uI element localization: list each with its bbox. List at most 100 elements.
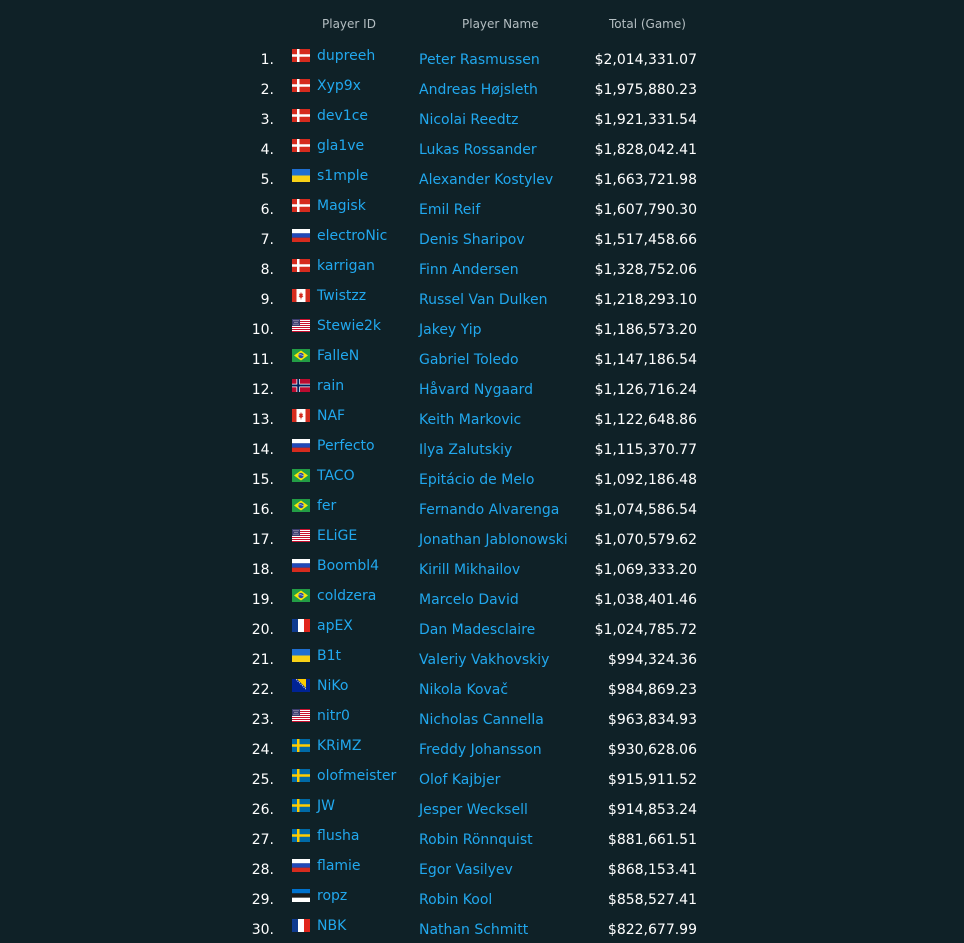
player-name-link[interactable]: Kirill Mikhailov — [419, 562, 520, 578]
total-earnings: $1,517,458.66 — [594, 232, 697, 248]
player-name-link[interactable]: Keith Markovic — [419, 412, 521, 428]
player-id-link[interactable]: TACO — [317, 468, 355, 484]
player-id-link[interactable]: electroNic — [317, 228, 387, 244]
player-name-link[interactable]: Freddy Johansson — [419, 742, 542, 758]
column-header-player-name[interactable]: Player Name — [462, 17, 539, 31]
player-id-link[interactable]: gla1ve — [317, 138, 364, 154]
rank-number: 16. — [251, 502, 274, 518]
player-id-link[interactable]: rain — [317, 378, 344, 394]
player-id-link[interactable]: Boombl4 — [317, 558, 379, 574]
player-id-link[interactable]: Magisk — [317, 198, 366, 214]
table-row: 19. coldzera Marcelo David $1,038,401.46 — [0, 583, 964, 613]
rank-number: 1. — [260, 52, 274, 68]
total-earnings: $1,607,790.30 — [594, 202, 697, 218]
table-row: 24. KRiMZ Freddy Johansson $930,628.06 — [0, 733, 964, 763]
player-name-link[interactable]: Jesper Wecksell — [419, 802, 528, 818]
total-earnings: $1,126,716.24 — [594, 382, 697, 398]
player-name-link[interactable]: Lukas Rossander — [419, 142, 537, 158]
table-row: 15. TACO Epitácio de Melo $1,092,186.48 — [0, 463, 964, 493]
player-name-link[interactable]: Nicholas Cannella — [419, 712, 544, 728]
column-header-player-id[interactable]: Player ID — [322, 17, 376, 31]
player-name-link[interactable]: Alexander Kostylev — [419, 172, 553, 188]
player-name-link[interactable]: Håvard Nygaard — [419, 382, 533, 398]
player-name-link[interactable]: Olof Kajbjer — [419, 772, 500, 788]
player-id-link[interactable]: Stewie2k — [317, 318, 381, 334]
rank-number: 11. — [251, 352, 274, 368]
player-id-link[interactable]: NiKo — [317, 678, 348, 694]
player-name-link[interactable]: Russel Van Dulken — [419, 292, 548, 308]
total-earnings: $1,921,331.54 — [594, 112, 697, 128]
total-earnings: $881,661.51 — [607, 832, 697, 848]
brazil-flag-icon — [292, 499, 310, 512]
table-row: 26. JW Jesper Wecksell $914,853.24 — [0, 793, 964, 823]
player-id-link[interactable]: apEX — [317, 618, 353, 634]
total-earnings: $1,147,186.54 — [594, 352, 697, 368]
player-id-link[interactable]: karrigan — [317, 258, 375, 274]
player-id-link[interactable]: olofmeister — [317, 768, 396, 784]
player-name-link[interactable]: Peter Rasmussen — [419, 52, 540, 68]
denmark-flag-icon — [292, 109, 310, 122]
denmark-flag-icon — [292, 79, 310, 92]
player-name-link[interactable]: Marcelo David — [419, 592, 519, 608]
total-earnings: $1,975,880.23 — [594, 82, 697, 98]
rank-number: 27. — [251, 832, 274, 848]
table-row: 21. B1t Valeriy Vakhovskiy $994,324.36 — [0, 643, 964, 673]
player-id-link[interactable]: flusha — [317, 828, 359, 844]
table-row: 11. FalleN Gabriel Toledo $1,147,186.54 — [0, 343, 964, 373]
player-id-link[interactable]: fer — [317, 498, 336, 514]
player-name-link[interactable]: Denis Sharipov — [419, 232, 525, 248]
player-id-link[interactable]: NBK — [317, 918, 346, 934]
rank-number: 10. — [251, 322, 274, 338]
player-id-link[interactable]: nitr0 — [317, 708, 350, 724]
column-header-total-game[interactable]: Total (Game) — [609, 17, 686, 31]
sweden-flag-icon — [292, 799, 310, 812]
table-row: 13. NAF Keith Markovic $1,122,648.86 — [0, 403, 964, 433]
player-id-link[interactable]: s1mple — [317, 168, 368, 184]
player-name-link[interactable]: Fernando Alvarenga — [419, 502, 559, 518]
player-id-link[interactable]: Xyp9x — [317, 78, 361, 94]
rank-number: 24. — [251, 742, 274, 758]
player-id-link[interactable]: dev1ce — [317, 108, 368, 124]
denmark-flag-icon — [292, 199, 310, 212]
player-name-link[interactable]: Epitácio de Melo — [419, 472, 534, 488]
player-name-link[interactable]: Nicolai Reedtz — [419, 112, 518, 128]
total-earnings: $822,677.99 — [607, 922, 697, 938]
player-id-link[interactable]: FalleN — [317, 348, 359, 364]
player-id-link[interactable]: ropz — [317, 888, 347, 904]
player-id-link[interactable]: KRiMZ — [317, 738, 361, 754]
total-earnings: $1,074,586.54 — [594, 502, 697, 518]
sweden-flag-icon — [292, 829, 310, 842]
player-name-link[interactable]: Valeriy Vakhovskiy — [419, 652, 549, 668]
player-name-link[interactable]: Jonathan Jablonowski — [419, 532, 568, 548]
player-name-link[interactable]: Emil Reif — [419, 202, 480, 218]
table-row: 22. NiKo Nikola Kovač $984,869.23 — [0, 673, 964, 703]
table-row: 30. NBK Nathan Schmitt $822,677.99 — [0, 913, 964, 943]
player-name-link[interactable]: Nikola Kovač — [419, 682, 508, 698]
player-id-link[interactable]: flamie — [317, 858, 361, 874]
player-name-link[interactable]: Jakey Yip — [419, 322, 482, 338]
france-flag-icon — [292, 919, 310, 932]
player-id-link[interactable]: Perfecto — [317, 438, 375, 454]
player-id-link[interactable]: B1t — [317, 648, 341, 664]
player-name-link[interactable]: Egor Vasilyev — [419, 862, 513, 878]
total-earnings: $1,115,370.77 — [594, 442, 697, 458]
player-id-link[interactable]: ELiGE — [317, 528, 357, 544]
table-row: 25. olofmeister Olof Kajbjer $915,911.52 — [0, 763, 964, 793]
player-id-link[interactable]: Twistzz — [317, 288, 366, 304]
player-name-link[interactable]: Robin Rönnquist — [419, 832, 533, 848]
player-id-link[interactable]: JW — [317, 798, 335, 814]
player-name-link[interactable]: Robin Kool — [419, 892, 492, 908]
player-name-link[interactable]: Dan Madesclaire — [419, 622, 535, 638]
player-name-link[interactable]: Andreas Højsleth — [419, 82, 538, 98]
player-name-link[interactable]: Gabriel Toledo — [419, 352, 519, 368]
table-row: 2. Xyp9x Andreas Højsleth $1,975,880.23 — [0, 73, 964, 103]
player-id-link[interactable]: dupreeh — [317, 48, 375, 64]
sweden-flag-icon — [292, 739, 310, 752]
table-row: 3. dev1ce Nicolai Reedtz $1,921,331.54 — [0, 103, 964, 133]
player-id-link[interactable]: NAF — [317, 408, 345, 424]
player-id-link[interactable]: coldzera — [317, 588, 376, 604]
player-name-link[interactable]: Nathan Schmitt — [419, 922, 528, 938]
table-row: 5. s1mple Alexander Kostylev $1,663,721.98 — [0, 163, 964, 193]
player-name-link[interactable]: Finn Andersen — [419, 262, 519, 278]
player-name-link[interactable]: Ilya Zalutskiy — [419, 442, 512, 458]
